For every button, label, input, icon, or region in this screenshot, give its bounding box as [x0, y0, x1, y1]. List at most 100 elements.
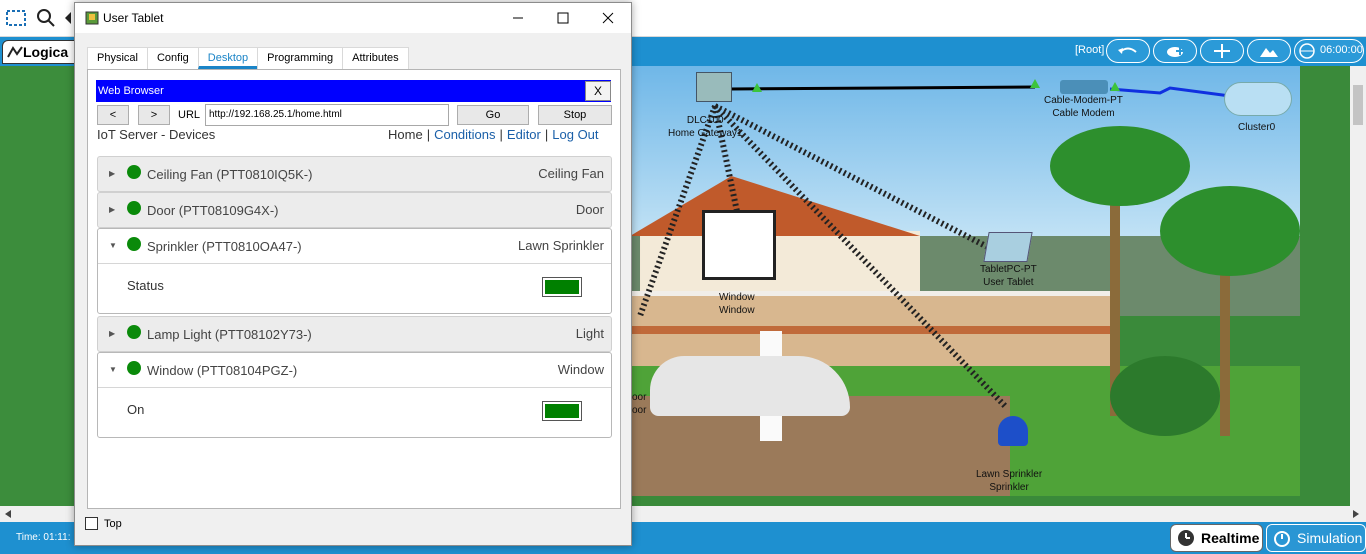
editor-link[interactable]: Editor — [507, 127, 541, 142]
device-type: Lawn Sprinkler — [518, 238, 604, 253]
time-label: Time: 01:11: — [16, 532, 71, 543]
browser-back-button[interactable]: < — [97, 105, 129, 125]
device-row-header[interactable]: ▶ Lamp Light (PTT08102Y73-) Light — [98, 317, 611, 351]
desktop-panel: Web Browser X < > URL http://192.168.25.… — [87, 69, 621, 509]
web-browser-title: Web Browser — [96, 80, 611, 102]
status-indicator[interactable] — [542, 277, 582, 297]
vertical-scrollbar[interactable] — [1350, 66, 1366, 506]
close-button[interactable] — [585, 3, 631, 33]
realtime-mode-button[interactable]: Realtime — [1170, 524, 1263, 552]
vertical-scroll-thumb[interactable] — [1353, 85, 1363, 125]
device-row-body: On — [98, 387, 611, 437]
device-row-header[interactable]: ▶ Door (PTT08109G4X-) Door — [98, 193, 611, 227]
device-row-header[interactable]: ▶ Ceiling Fan (PTT0810IQ5K-) Ceiling Fan — [98, 157, 611, 191]
maximize-button[interactable] — [540, 3, 586, 33]
tab-attributes[interactable]: Attributes — [342, 47, 409, 69]
tablet-pc-icon[interactable] — [983, 232, 1033, 262]
cable-modem-icon[interactable] — [1060, 80, 1108, 94]
url-label: URL — [178, 109, 201, 121]
move-object-button[interactable] — [1200, 39, 1244, 63]
top-checkbox-label: Top — [104, 518, 122, 530]
web-browser-close-button[interactable]: X — [585, 81, 611, 101]
stopwatch-icon — [1274, 531, 1290, 547]
tab-programming[interactable]: Programming — [257, 47, 344, 69]
tab-config[interactable]: Config — [146, 47, 199, 69]
caret-right-icon[interactable]: ▶ — [109, 329, 115, 338]
caret-down-icon[interactable]: ▼ — [109, 241, 117, 250]
close-icon — [602, 12, 614, 24]
device-type: Window — [557, 362, 604, 377]
nav-separator: | — [499, 127, 503, 142]
search-icon[interactable] — [34, 6, 58, 30]
device-name: Lamp Light (PTT08102Y73-) — [147, 327, 312, 342]
dialog-titlebar[interactable]: User Tablet — [75, 3, 631, 33]
set-background-button[interactable] — [1247, 39, 1291, 63]
device-name: Door (PTT08109G4X-) — [147, 203, 279, 218]
scroll-left-icon[interactable] — [4, 509, 12, 519]
url-input[interactable]: http://192.168.25.1/home.html — [205, 104, 449, 126]
scroll-right-icon[interactable] — [1352, 509, 1360, 519]
conditions-link[interactable]: Conditions — [434, 127, 495, 142]
sprinkler-label: Lawn Sprinkler Sprinkler — [976, 469, 1043, 493]
maximize-icon — [557, 12, 569, 24]
logical-tab-label: Logica — [23, 44, 69, 60]
simulation-label: Simulation — [1297, 530, 1363, 546]
device-row[interactable]: ▼ Sprinkler (PTT0810OA47-) Lawn Sprinkle… — [97, 228, 612, 314]
select-tool-icon[interactable] — [4, 6, 28, 30]
new-cluster-button[interactable] — [1153, 39, 1197, 63]
device-type: Ceiling Fan — [538, 166, 604, 181]
browser-stop-button[interactable]: Stop — [538, 105, 612, 125]
device-row-header[interactable]: ▼ Window (PTT08104PGZ-) Window — [98, 353, 611, 387]
property-label: Status — [127, 278, 164, 293]
browser-forward-button[interactable]: > — [138, 105, 170, 125]
device-row[interactable]: ▶ Lamp Light (PTT08102Y73-) Light — [97, 316, 612, 352]
caret-right-icon[interactable]: ▶ — [109, 169, 115, 178]
status-dot-icon — [127, 361, 141, 375]
caret-right-icon[interactable]: ▶ — [109, 205, 115, 214]
device-row-header[interactable]: ▼ Sprinkler (PTT0810OA47-) Lawn Sprinkle… — [98, 229, 611, 263]
device-name: Ceiling Fan (PTT0810IQ5K-) — [147, 167, 313, 182]
window-device-label: Window Window — [719, 292, 755, 316]
browser-go-button[interactable]: Go — [457, 105, 529, 125]
home-gateway-icon[interactable] — [696, 72, 732, 102]
minimize-icon — [513, 17, 523, 19]
globe-icon — [1299, 43, 1315, 59]
tablet-label: TabletPC-PT User Tablet — [980, 264, 1037, 288]
device-row[interactable]: ▶ Door (PTT08109G4X-) Door — [97, 192, 612, 228]
cluster-label: Cluster0 — [1238, 122, 1276, 133]
device-type: Door — [575, 202, 604, 217]
device-name: Window (PTT08104PGZ-) — [147, 363, 298, 378]
on-indicator[interactable] — [542, 401, 582, 421]
dialog-title: User Tablet — [103, 11, 164, 25]
logical-view-tab[interactable]: Logica — [2, 40, 82, 64]
user-tablet-dialog: User Tablet Physical Config Desktop Prog… — [74, 2, 632, 546]
home-link[interactable]: Home — [388, 127, 423, 142]
sprinkler-icon[interactable] — [998, 416, 1028, 446]
clock-icon — [1178, 530, 1194, 546]
left-scene-area — [0, 66, 75, 506]
root-label[interactable]: [Root] — [1075, 44, 1104, 56]
tablet-app-icon — [85, 11, 99, 25]
arrow-icon[interactable] — [62, 6, 74, 30]
caret-down-icon[interactable]: ▼ — [109, 365, 117, 374]
status-dot-icon — [127, 237, 141, 251]
device-row[interactable]: ▶ Ceiling Fan (PTT0810IQ5K-) Ceiling Fan — [97, 156, 612, 192]
device-row[interactable]: ▼ Window (PTT08104PGZ-) Window On — [97, 352, 612, 438]
cluster-cloud-icon[interactable] — [1224, 82, 1292, 116]
minimize-button[interactable] — [495, 3, 541, 33]
logical-icon — [7, 46, 23, 58]
nav-separator: | — [544, 127, 549, 142]
door-device-label: oor oor — [632, 392, 647, 416]
window-device-icon[interactable] — [702, 210, 776, 280]
tab-physical[interactable]: Physical — [87, 47, 148, 69]
top-checkbox[interactable] — [85, 517, 98, 530]
status-dot-icon — [127, 325, 141, 339]
device-row-body: Status — [98, 263, 611, 313]
simulation-mode-button[interactable]: Simulation — [1266, 524, 1366, 552]
back-navigation-button[interactable] — [1106, 39, 1150, 63]
cable-modem-label: Cable-Modem-PT Cable Modem — [1044, 95, 1123, 119]
tab-desktop[interactable]: Desktop — [197, 47, 259, 69]
realtime-label: Realtime — [1201, 530, 1260, 546]
property-label: On — [127, 402, 145, 417]
logout-link[interactable]: Log Out — [552, 127, 598, 142]
